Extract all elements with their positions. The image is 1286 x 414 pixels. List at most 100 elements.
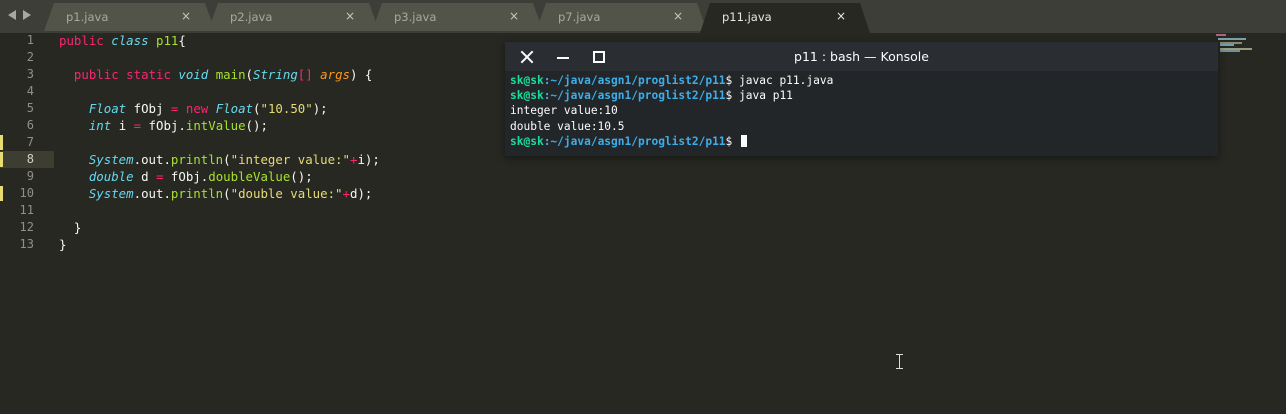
- tab-p11-java[interactable]: p11.java ×: [700, 3, 870, 33]
- prompt-path: :~/java/asgn1/proglist2/p11: [543, 74, 726, 87]
- close-icon[interactable]: ×: [673, 9, 683, 23]
- terminal-prompt-line: sk@sk:~/java/asgn1/proglist2/p11$ java p…: [510, 88, 833, 103]
- tab-p1-java[interactable]: p1.java ×: [44, 3, 215, 31]
- line-number: 6: [26, 118, 34, 132]
- close-icon[interactable]: ×: [345, 9, 355, 23]
- code-token: .out.: [133, 152, 171, 167]
- line-number: 3: [26, 67, 34, 81]
- line-number: 9: [26, 169, 34, 183]
- code-token: .out.: [133, 186, 171, 201]
- prompt-path: :~/java/asgn1/proglist2/p11: [543, 89, 726, 103]
- code-line[interactable]: Float fObj = new Float("10.50");: [59, 100, 380, 117]
- code-line[interactable]: double d = fObj.doubleValue();: [59, 168, 380, 185]
- code-line[interactable]: System.out.println("integer value:"+i);: [59, 151, 380, 168]
- close-icon[interactable]: ×: [181, 9, 191, 23]
- code-token: static: [126, 67, 171, 82]
- code-token: }: [59, 237, 67, 252]
- code-token: d);: [349, 186, 373, 201]
- code-token: public: [73, 67, 119, 82]
- code-token: System: [88, 186, 134, 201]
- code-token: }: [59, 220, 82, 235]
- line-number: 2: [26, 50, 34, 64]
- code-token: String: [253, 67, 298, 82]
- tab-label: p1.java: [66, 10, 109, 24]
- code-token: fObj: [126, 101, 171, 116]
- terminal-command: [732, 135, 739, 148]
- output-text: integer value:10: [510, 104, 618, 118]
- code-token: void: [178, 67, 209, 82]
- code-token: System: [88, 152, 134, 167]
- code-token: ();: [245, 118, 268, 133]
- terminal-cursor: [741, 134, 748, 147]
- code-token: intValue: [185, 118, 246, 133]
- code-token: new: [185, 101, 209, 116]
- prompt-path: :~/java/asgn1/proglist2/p11: [543, 134, 726, 148]
- code-token: println: [170, 152, 224, 167]
- minimap[interactable]: [1216, 34, 1256, 54]
- konsole-window[interactable]: p11 : bash — Konsole sk@sk:~/java/asgn1/…: [505, 42, 1218, 156]
- chevron-left-icon[interactable]: [8, 10, 16, 20]
- code-token: =: [133, 118, 142, 133]
- terminal-output-line: integer value:10: [510, 103, 833, 118]
- konsole-titlebar[interactable]: p11 : bash — Konsole: [505, 42, 1218, 71]
- ibeam-cursor-icon: [896, 354, 903, 369]
- code-token: "integer value:": [230, 152, 350, 167]
- chevron-right-icon[interactable]: [23, 10, 31, 20]
- line-number: 4: [26, 84, 34, 98]
- code-token: i: [111, 118, 134, 133]
- code-token: Float: [215, 101, 254, 116]
- prompt-user-host: sk@sk: [510, 74, 544, 87]
- code-token: i);: [357, 152, 380, 167]
- tab-label: p11.java: [722, 10, 772, 24]
- code-token: (: [253, 101, 261, 116]
- code-token: class: [111, 33, 149, 48]
- tab-p7-java[interactable]: p7.java ×: [536, 3, 707, 31]
- code-line[interactable]: int i = fObj.intValue();: [59, 117, 380, 134]
- tab-bar: p1.java × p2.java × p3.java × p7.java × …: [0, 0, 1286, 33]
- tab-navigation: [8, 8, 31, 24]
- code-token: []: [297, 67, 313, 82]
- code-line[interactable]: [59, 83, 380, 100]
- code-token: int: [88, 118, 112, 133]
- code-line[interactable]: public class p11{: [59, 32, 380, 49]
- terminal-command: javac p11.java: [732, 74, 834, 87]
- code-line[interactable]: [59, 49, 380, 66]
- line-number: 12: [19, 220, 34, 234]
- code-line[interactable]: [59, 134, 380, 151]
- code-token: "10.50": [260, 101, 313, 116]
- terminal-prompt-line: sk@sk:~/java/asgn1/proglist2/p11$ javac …: [510, 73, 833, 88]
- line-number: 1: [26, 33, 34, 47]
- code-token: fObj.: [141, 118, 186, 133]
- tab-p2-java[interactable]: p2.java ×: [208, 3, 379, 31]
- tab-p3-java[interactable]: p3.java ×: [372, 3, 543, 31]
- terminal-output[interactable]: sk@sk:~/java/asgn1/proglist2/p11$ javac …: [510, 73, 833, 149]
- code-token: ();: [290, 169, 313, 184]
- code-token: (: [223, 186, 231, 201]
- code-line[interactable]: public static void main(String[] args) {: [59, 66, 380, 83]
- line-number: 7: [26, 135, 34, 149]
- tab-label: p3.java: [394, 10, 437, 24]
- close-icon[interactable]: ×: [836, 9, 846, 23]
- code-token: public: [59, 33, 104, 48]
- code-line[interactable]: [59, 202, 380, 219]
- output-text: double value:10.5: [510, 119, 625, 133]
- code-line[interactable]: System.out.println("double value:"+d);: [59, 185, 380, 202]
- code-token: println: [170, 186, 224, 201]
- code-token: );: [312, 101, 328, 116]
- line-number: 11: [19, 203, 34, 217]
- code-token: fObj.: [163, 169, 209, 184]
- code-editor[interactable]: public class p11{ public static void mai…: [59, 32, 380, 253]
- code-line[interactable]: }: [59, 236, 380, 253]
- terminal-prompt-line: sk@sk:~/java/asgn1/proglist2/p11$: [510, 134, 833, 149]
- code-token: d: [133, 169, 156, 184]
- close-icon[interactable]: ×: [509, 9, 519, 23]
- code-line[interactable]: }: [59, 219, 380, 236]
- line-number: 10: [19, 186, 34, 200]
